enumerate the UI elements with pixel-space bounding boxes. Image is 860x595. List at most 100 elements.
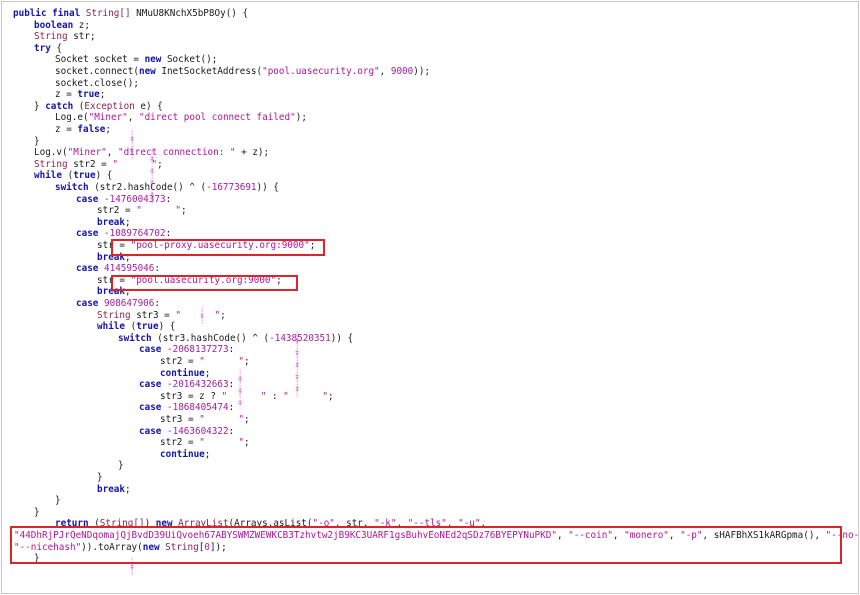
code-token: "direct pool connect failed" [138,112,296,124]
code-token: ; [125,216,131,228]
code-token: , [379,66,391,77]
code-token: )) { [330,332,354,344]
code-token: " " [283,390,328,402]
code-line: switch (str2.hashCode() ^ (-16773691)) { [55,182,279,194]
code-line: } [97,472,103,484]
code-token: : [266,390,284,402]
code-token: catch [45,100,79,112]
code-token: e) { [140,100,163,112]
code-token: socket.close(); [55,77,139,89]
code-token: NMuU8KNchX5bP8Oy() { [136,8,249,19]
code-token: str2 = [97,205,137,217]
code-token: ; [327,390,334,402]
code-token: case [76,228,104,240]
code-token: " " [199,437,244,449]
obfuscation-glyphs: ⁞ ‡ ⁞ ‡ ⁞ ‡ ⁞ ‡ ⁞ ‡ ⁞ [295,331,300,399]
code-token: new [138,66,162,77]
code-token: : [228,402,235,414]
code-token: (str3.hashCode() ^ ( [157,332,270,344]
code-token: break [97,216,125,228]
code-token: case [139,402,167,414]
code-token: Socket socket = [55,54,145,66]
code-token: " " [136,205,181,217]
code-token: , [127,112,139,124]
code-token: ; [243,414,250,425]
code-line: case 414595046: [76,263,160,275]
code-token: new [144,54,167,66]
code-token: while [34,170,68,182]
code-token: } [97,472,103,483]
code-token: str; [73,31,96,43]
code-token: str3 = z ? [160,390,222,402]
code-token: String [97,309,137,321]
code-token: Log.e( [55,112,89,124]
code-line: str2 = " "; [160,437,250,449]
code-token: try [34,42,57,54]
code-line: str3 = z ? " " : " "; [160,391,334,403]
code-token: " " [199,414,244,425]
code-token: ; [243,437,250,449]
code-token: break [97,483,125,495]
code-token: ; [105,124,111,135]
code-line: Log.e("Miner", "direct pool connect fail… [55,112,307,124]
code-token: -2016432663 [167,379,229,391]
code-token: " " [175,309,221,321]
code-token: "direct connection: " [117,147,236,159]
code-token: ) { [95,170,113,182]
code-token: switch [55,182,95,193]
code-token: String[] [85,8,137,19]
code-token: z = [55,124,78,135]
code-token: ; [180,205,187,217]
code-token: ); [295,112,307,124]
code-line: try { [34,43,62,55]
code-token: str2 = [160,356,200,367]
obfuscation-glyphs: ⁞ ‡ ⁞ ‡ ⁞ ‡ [238,369,243,407]
code-line: switch (str3.hashCode() ^ (-1438520351))… [118,333,353,345]
code-token: : [228,425,235,437]
code-token: case [139,425,167,437]
code-line: case -1463604322: [139,426,234,438]
screenshot-frame: public final String[] NMuU8KNchX5bP8Oy()… [1,1,860,594]
code-token: false [77,124,106,135]
code-line: String str2 = " "; [34,159,163,171]
code-token: Log.v( [34,147,68,159]
code-token: ; [220,309,226,321]
code-line: case 908647906: [76,298,160,310]
code-line: z = true; [55,89,105,101]
code-line: } [118,460,124,472]
code-token: : [154,298,160,309]
code-token: str2 = [160,437,200,449]
code-token: : [154,263,160,275]
code-token: -16773691 [206,182,257,193]
code-token: } [34,506,40,518]
code-token: "pool.uasecurity.org" [262,66,380,77]
code-line: break; [97,484,131,496]
code-line: String str; [34,31,96,43]
code-token: -1476004373 [104,193,166,205]
code-line: while (true) { [97,321,175,333]
code-line: break; [97,217,131,229]
code-token: str2 = [73,158,113,170]
code-line: continue; [160,449,210,461]
code-token: } [34,100,46,112]
pool-url-highlight [111,275,298,291]
code-token: : [165,228,172,240]
obfuscation-glyphs: ⁞ ‡ ⁞ ‡ ⁞ ‡ ⁞ ‡ ⁞ [150,149,155,205]
code-token: : [228,379,235,391]
code-token: } [118,460,124,472]
code-token: str3 = [136,309,176,321]
code-token: -1438520351 [269,332,331,344]
code-line: socket.connect(new InetSocketAddress("po… [55,66,430,78]
code-token: , [106,147,118,159]
code-token: -1868405474 [167,402,229,414]
code-token: String [34,31,74,43]
code-token: "Miner" [67,147,107,159]
code-token: : [165,193,172,205]
code-line: case -1476004373: [76,194,171,206]
code-token: ; [204,367,211,379]
code-line: case -2068137273: [139,344,234,356]
code-line: Socket socket = new Socket(); [55,54,217,66]
code-token: z = [55,89,78,101]
code-token: " " [199,356,244,367]
proxy-url-highlight [111,239,325,256]
